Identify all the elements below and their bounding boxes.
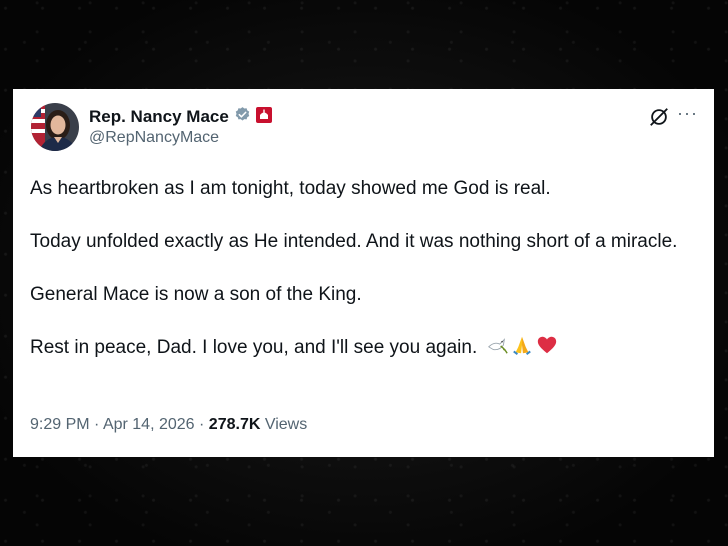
tweet-paragraph: As heartbroken as I am tonight, today sh…: [30, 178, 551, 199]
tweet-paragraph: Rest in peace, Dad. I love you, and I'll…: [30, 337, 478, 358]
tweet-paragraph: Today unfolded exactly as He intended. A…: [30, 231, 678, 252]
tweet-time[interactable]: 9:29 PM: [30, 416, 90, 433]
tweet-card: Rep. Nancy Mace @RepNancyMace ··· As hea…: [13, 89, 714, 457]
tweet-paragraph-last: Rest in peace, Dad. I love you, and I'll…: [30, 334, 690, 364]
government-affiliation-icon: [255, 106, 272, 128]
grok-icon[interactable]: [648, 106, 670, 133]
avatar[interactable]: [31, 103, 79, 151]
author-name-row: Rep. Nancy Mace: [89, 106, 272, 128]
verified-badge-icon: [234, 106, 251, 128]
meta-separator: ·: [199, 416, 205, 433]
user-handle[interactable]: @RepNancyMace: [89, 129, 219, 147]
more-options-icon[interactable]: ···: [677, 103, 698, 124]
red-heart-icon: [536, 334, 558, 364]
tweet-text: As heartbroken as I am tonight, today sh…: [30, 175, 690, 390]
tweet-date[interactable]: Apr 14, 2026: [103, 416, 195, 433]
praying-hands-icon: [511, 334, 533, 364]
views-label: Views: [264, 416, 308, 433]
dove-icon: [486, 334, 508, 364]
meta-separator: ·: [94, 416, 100, 433]
tweet-paragraph: General Mace is now a son of the King.: [30, 284, 362, 305]
views-count: 278.7K: [208, 416, 261, 433]
display-name[interactable]: Rep. Nancy Mace: [89, 107, 229, 127]
tweet-meta: 9:29 PM · Apr 14, 2026 · 278.7K Views: [30, 416, 307, 434]
